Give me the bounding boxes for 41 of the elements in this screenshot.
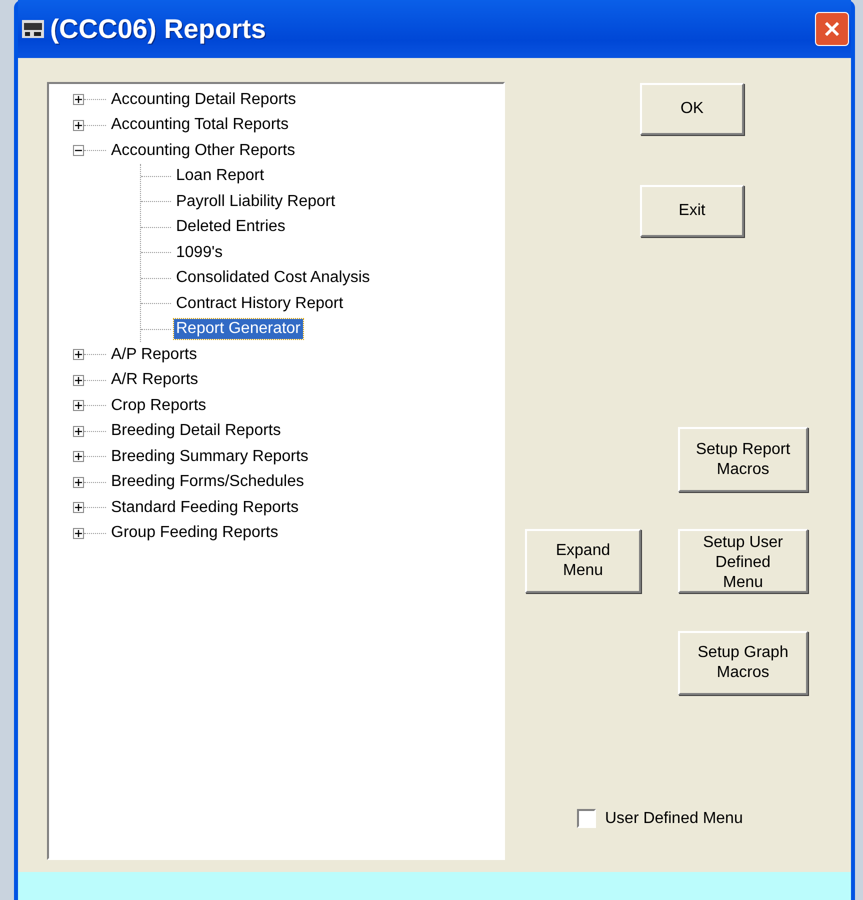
tree-item[interactable]: Breeding Forms/Schedules [109,472,306,492]
tree-item[interactable]: Contract History Report [174,294,346,314]
expand-icon[interactable] [73,94,84,106]
tree-item[interactable]: Accounting Other Reports [109,140,298,161]
tree-item[interactable]: Crop Reports [109,396,208,416]
dialog-button[interactable]: Setup User Defined Menu [678,529,808,593]
expand-icon[interactable] [73,476,84,488]
expand-icon[interactable] [73,374,84,386]
tree-item[interactable]: Group Feeding Reports [109,523,280,544]
tree-item[interactable]: Accounting Total Reports [109,115,291,136]
close-button[interactable] [815,12,849,46]
tree-item[interactable]: Accounting Detail Reports [109,90,298,110]
checkbox-label: User Defined Menu [605,810,743,828]
tree-item[interactable]: Payroll Liability Report [174,192,338,212]
checkbox[interactable] [577,809,596,828]
dialog-button[interactable]: Exit [640,185,744,237]
dialog-button[interactable]: Setup Report Macros [678,427,808,492]
close-icon [823,20,841,38]
expand-icon[interactable] [73,451,84,462]
collapse-icon[interactable] [73,145,84,156]
tree-item[interactable]: Consolidated Cost Analysis [174,268,372,288]
dialog-button[interactable]: Expand Menu [525,529,641,593]
expand-icon[interactable] [73,120,84,131]
window-title: (CCC06) Reports [50,14,268,44]
expand-icon[interactable] [73,502,84,514]
app-icon [22,20,44,38]
tree-item[interactable]: Breeding Detail Reports [109,421,283,442]
dialog-button[interactable]: OK [640,83,744,135]
dialog-button[interactable]: Setup Graph Macros [678,631,808,695]
expand-icon[interactable] [73,400,84,412]
tree-item[interactable]: Report Generator [174,319,303,340]
expand-icon[interactable] [73,349,84,360]
tree-item[interactable]: A/P Reports [109,344,199,365]
tree-item[interactable]: Loan Report [174,166,266,186]
tree-item[interactable]: 1099's [174,242,225,263]
tree-item[interactable]: A/R Reports [109,370,200,390]
tree-item[interactable]: Standard Feeding Reports [109,498,301,518]
tree-item[interactable]: Deleted Entries [174,217,288,238]
expand-icon[interactable] [73,426,84,437]
expand-icon[interactable] [73,528,84,539]
tree-item[interactable]: Breeding Summary Reports [109,446,310,467]
